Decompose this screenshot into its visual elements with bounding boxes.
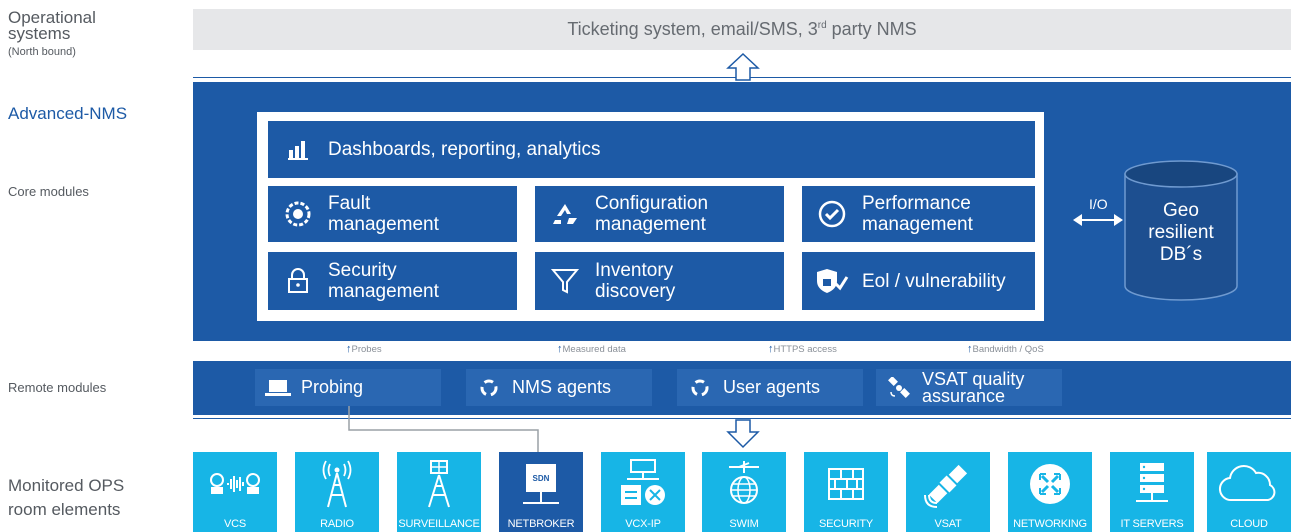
user-agents-label: User agents: [723, 377, 821, 397]
server-rack-icon: [1110, 456, 1194, 512]
cloud-icon: [1207, 456, 1291, 512]
flow-https-access: ↑HTTPS access: [768, 343, 837, 355]
label-operational-systems: Operational systems (North bound): [8, 8, 158, 60]
flow-measured-data: ↑Measured data: [557, 343, 626, 355]
funnel-icon: [535, 252, 595, 310]
cycle-icon: [466, 369, 512, 406]
north-bound-note: (North bound): [8, 46, 76, 58]
satellite-icon: [906, 456, 990, 512]
tile-networking-label: NETWORKING: [1013, 518, 1087, 530]
inventory-discovery-module: Inventory discovery: [535, 252, 784, 310]
network-switch-icon: [601, 456, 685, 512]
perf-line2: management: [862, 214, 973, 235]
sdn-switch-icon: SDN: [499, 456, 583, 512]
io-label: I/O: [1089, 196, 1108, 212]
tile-it-servers: IT SERVERS: [1110, 452, 1194, 532]
tile-radio: RADIO: [295, 452, 379, 532]
tile-netbroker-label: NETBROKER: [507, 518, 575, 530]
headset-icon: [193, 456, 277, 512]
flow-bandwidth-qos: ↑Bandwidth / QoS: [967, 343, 1044, 355]
fault-line1: Fault: [328, 193, 371, 214]
label-remote-modules: Remote modules: [8, 380, 107, 395]
security-line2: management: [328, 281, 439, 302]
perf-line1: Performance: [862, 193, 971, 214]
tile-swim: SWIM: [702, 452, 786, 532]
tile-swim-label: SWIM: [729, 518, 759, 530]
database-label: Geo resilient DB´s: [1148, 200, 1214, 265]
tile-it-servers-label: IT SERVERS: [1120, 518, 1184, 530]
label-monitored-elements: Monitored OPS room elements: [8, 476, 125, 519]
north-bar-text: Ticketing system, email/SMS, 3rd party N…: [567, 19, 917, 39]
north-bound-bar: Ticketing system, email/SMS, 3rd party N…: [193, 9, 1291, 50]
tile-surveillance-label: SURVEILLANCE: [398, 518, 480, 530]
globe-plane-icon: [702, 456, 786, 512]
dashboards-module: Dashboards, reporting, analytics: [268, 121, 1035, 178]
configuration-management-module: Configuration management: [535, 186, 784, 242]
padlock-icon: [268, 252, 328, 310]
security-management-module: Security management: [268, 252, 517, 310]
nms-agents-label: NMS agents: [512, 377, 612, 397]
up-arrow-icon: [726, 52, 760, 81]
dashboards-label: Dashboards, reporting, analytics: [328, 139, 601, 160]
probing-label: Probing: [301, 377, 364, 397]
nms-agents-module: NMS agents: [466, 369, 652, 406]
radar-tower-icon: [397, 456, 481, 512]
fault-management-module: Fault management: [268, 186, 517, 242]
tile-vcx-ip-label: VCX-IP: [625, 518, 661, 530]
sdn-badge: SDN: [526, 464, 556, 492]
tile-netbroker: SDN NETBROKER: [499, 452, 583, 532]
check-badge-icon: [802, 186, 862, 242]
tile-vcs-label: VCS: [223, 518, 247, 530]
performance-management-module: Performance management: [802, 186, 1035, 242]
config-line1: Configuration: [595, 193, 709, 214]
operational-systems-text: Operational systems: [8, 8, 96, 43]
router-icon: [1008, 456, 1092, 512]
config-line2: management: [595, 214, 706, 235]
tile-cloud: CLOUD: [1207, 452, 1291, 532]
tile-surveillance: SURVEILLANCE: [397, 452, 481, 532]
laptop-icon: [255, 369, 301, 406]
fault-gear-icon: [268, 186, 328, 242]
probing-module: Probing: [255, 369, 441, 406]
bar-chart-icon: [268, 121, 328, 178]
vsat-quality-line2: assurance: [922, 385, 1006, 406]
eol-vulnerability-module: Eol / vulnerability: [802, 252, 1035, 310]
eol-label: Eol / vulnerability: [862, 270, 1006, 292]
tile-cloud-label: CLOUD: [1230, 518, 1268, 530]
label-core-modules: Core modules: [8, 184, 89, 199]
shield-check-icon: [802, 252, 862, 310]
fault-line2: management: [328, 214, 439, 235]
tile-vsat-label: VSAT: [934, 518, 962, 530]
inventory-line1: Inventory: [595, 260, 674, 281]
label-advanced-nms: Advanced-NMS: [8, 104, 128, 123]
tile-vsat: VSAT: [906, 452, 990, 532]
security-line1: Security: [328, 260, 397, 281]
recycle-icon: [535, 186, 595, 242]
user-agents-module: User agents: [677, 369, 863, 406]
probe-connector-line: [348, 406, 539, 454]
satellite-icon: [876, 369, 922, 406]
down-arrow-icon: [726, 419, 760, 449]
firewall-icon: [804, 456, 888, 512]
inventory-line2: discovery: [595, 281, 676, 302]
double-arrow-icon: [1073, 214, 1123, 226]
radio-tower-icon: [295, 456, 379, 512]
tile-vcs: VCS: [193, 452, 277, 532]
flow-probes: ↑Probes: [346, 343, 382, 355]
tile-radio-label: RADIO: [320, 518, 354, 530]
cycle-icon: [677, 369, 723, 406]
tile-vcx-ip: VCX-IP: [601, 452, 685, 532]
tile-security: SECURITY: [804, 452, 888, 532]
tile-security-label: SECURITY: [818, 518, 874, 530]
tile-networking: NETWORKING: [1008, 452, 1092, 532]
vsat-quality-module: VSAT quality assurance: [876, 369, 1062, 406]
